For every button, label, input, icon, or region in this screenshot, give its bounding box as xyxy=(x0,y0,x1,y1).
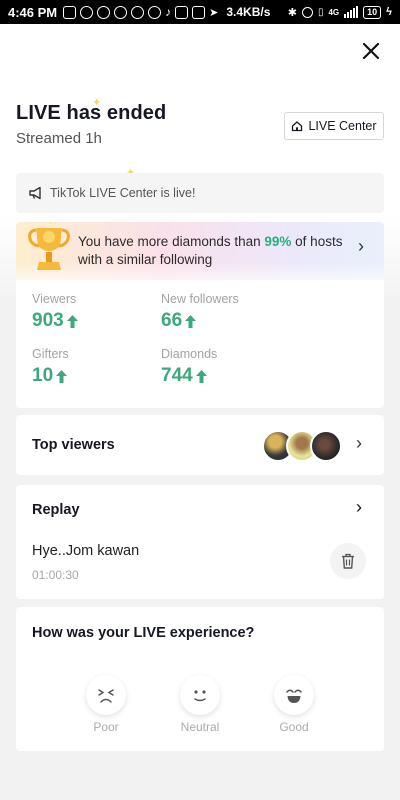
notification-icons: ♪ ➤ 3.4KB/s xyxy=(63,5,288,19)
arrow-up-icon xyxy=(56,369,68,383)
stat-new-followers: New followers 66 xyxy=(161,292,239,332)
sparkle-icon: ✦ xyxy=(46,222,55,227)
stat-label: New followers xyxy=(161,292,239,306)
whatsapp-icon-2 xyxy=(114,5,128,19)
battery-icon: 10 xyxy=(363,5,382,19)
telegram-icon: ➤ xyxy=(209,6,219,19)
rating-good-label: Good xyxy=(279,720,309,734)
instagram-icon-2 xyxy=(192,5,206,19)
instagram-icon xyxy=(175,5,189,19)
top-viewers-avatars xyxy=(262,430,344,462)
replay-duration: 01:00:30 xyxy=(32,568,79,582)
diamond-comparison-text: You have more diamonds than 99% of hosts… xyxy=(78,234,343,267)
close-button[interactable] xyxy=(358,38,384,64)
page-title: LIVE has ended xyxy=(16,102,167,124)
status-bar: 4:46 PM ♪ ➤ 3.4KB/s ✱ ▯ 4G 10 ϟ xyxy=(0,0,400,24)
stats-card: ✦ ✦ ✦ You have more diamonds than 99% of… xyxy=(16,222,384,408)
stat-value: 903 xyxy=(32,310,64,331)
replay-card: Replay › Hye..Jom kawan 01:00:30 xyxy=(16,485,384,599)
arrow-up-icon xyxy=(185,314,197,328)
chevron-right-icon[interactable]: › xyxy=(358,236,364,257)
rating-neutral-button[interactable] xyxy=(180,675,220,715)
sparkle-icon: ✦ xyxy=(20,222,29,223)
message-icon xyxy=(63,5,77,19)
bluetooth-icon: ✱ xyxy=(287,6,297,19)
arrow-up-icon xyxy=(195,369,207,383)
rating-neutral-label: Neutral xyxy=(180,720,220,734)
announcement-bar[interactable]: TikTok LIVE Center is live! xyxy=(16,173,384,213)
charging-icon: ϟ xyxy=(386,6,392,18)
rating-poor-label: Poor xyxy=(93,720,119,734)
stat-viewers: Viewers 903 xyxy=(32,292,78,332)
alarm-icon xyxy=(301,6,313,18)
sad-face-icon xyxy=(98,689,114,703)
rating-poor-button[interactable] xyxy=(86,675,126,715)
megaphone-icon xyxy=(29,186,41,200)
replay-name[interactable]: Hye..Jom kawan xyxy=(32,543,139,559)
network-speed: 3.4KB/s xyxy=(226,5,271,19)
network-type: 4G xyxy=(328,7,340,17)
stat-label: Gifters xyxy=(32,347,69,361)
happy-face-icon xyxy=(286,689,302,703)
announcement-text: TikTok LIVE Center is live! xyxy=(50,186,196,200)
whatsapp-icon-4 xyxy=(148,5,162,19)
stat-value: 66 xyxy=(161,310,183,331)
stat-gifters: Gifters 10 xyxy=(32,347,69,387)
percent-value: 99% xyxy=(264,234,292,249)
feedback-card: How was your LIVE experience? Poor Neutr… xyxy=(16,607,384,751)
live-center-label: LIVE Center xyxy=(308,119,377,133)
top-viewers-card[interactable]: Top viewers › xyxy=(16,415,384,475)
chevron-right-icon[interactable]: › xyxy=(356,497,362,518)
stat-diamonds: Diamonds 744 xyxy=(161,347,217,387)
chat-icon xyxy=(80,5,94,19)
trophy-icon xyxy=(28,228,70,270)
chevron-right-icon[interactable]: › xyxy=(356,433,362,454)
tiktok-icon: ♪ xyxy=(165,5,172,19)
replay-title[interactable]: Replay xyxy=(32,502,80,518)
home-icon xyxy=(292,121,303,132)
whatsapp-icon xyxy=(97,5,111,19)
rating-good-button[interactable] xyxy=(274,675,314,715)
signal-icon xyxy=(344,6,359,18)
close-icon xyxy=(362,42,380,60)
top-viewers-title: Top viewers xyxy=(32,437,115,453)
delete-replay-button[interactable] xyxy=(330,543,366,579)
trash-icon xyxy=(342,553,354,569)
vibrate-icon: ▯ xyxy=(317,6,324,18)
neutral-face-icon xyxy=(194,690,206,702)
stat-value: 744 xyxy=(161,365,193,386)
stat-label: Diamonds xyxy=(161,347,218,361)
live-center-button[interactable]: LIVE Center xyxy=(284,112,384,140)
whatsapp-icon-3 xyxy=(131,5,145,19)
arrow-up-icon xyxy=(66,314,78,328)
avatar xyxy=(310,430,342,462)
stream-duration: Streamed 1h xyxy=(16,130,102,147)
stat-label: Viewers xyxy=(32,292,77,306)
stat-value: 10 xyxy=(32,365,54,386)
system-icons: ✱ ▯ 4G 10 ϟ xyxy=(287,5,392,19)
feedback-question: How was your LIVE experience? xyxy=(32,625,255,641)
status-time: 4:46 PM xyxy=(8,4,58,20)
